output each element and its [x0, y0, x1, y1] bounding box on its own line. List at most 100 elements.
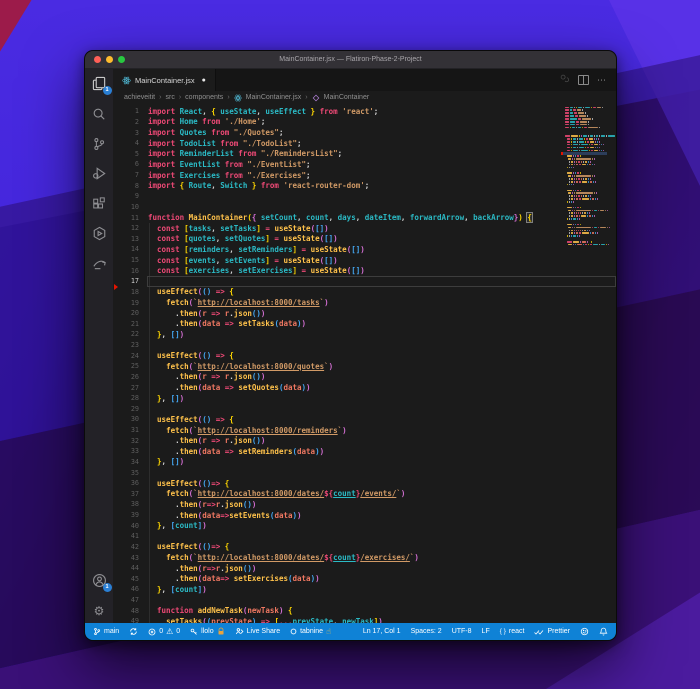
line-number[interactable]: 41 [113, 532, 148, 540]
share-curve-icon[interactable] [91, 255, 108, 272]
line-number[interactable]: 5 [113, 150, 148, 158]
cursor-position[interactable]: Ln 17, Col 1 [363, 628, 401, 635]
code-line[interactable]: 34 }, []) [113, 457, 560, 468]
settings-gear-icon[interactable]: ⚙ [91, 602, 108, 619]
search-icon[interactable] [91, 105, 108, 122]
code-line[interactable]: 31 fetch(`http://localhost:8000/reminder… [113, 425, 560, 436]
run-debug-icon[interactable] [91, 165, 108, 182]
line-number[interactable]: 8 [113, 182, 148, 190]
line-number[interactable]: 18 [113, 288, 148, 296]
line-number[interactable]: 25 [113, 362, 148, 370]
line-number[interactable]: 10 [113, 203, 148, 211]
code-line[interactable]: 21 .then(data => setTasks(data)) [113, 319, 560, 330]
line-number[interactable]: 46 [113, 585, 148, 593]
encoding-indicator[interactable]: UTF-8 [452, 628, 472, 635]
code-line[interactable]: 32 .then(r => r.json()) [113, 435, 560, 446]
feedback-button[interactable] [580, 627, 589, 636]
code-line[interactable]: 45 .then(data=> setExercises(data)) [113, 574, 560, 585]
code-line[interactable]: 25 fetch(`http://localhost:8000/quotes`) [113, 361, 560, 372]
notifications-button[interactable] [599, 627, 608, 636]
line-number[interactable]: 17 [113, 277, 148, 285]
source-control-icon[interactable] [91, 135, 108, 152]
line-number[interactable]: 35 [113, 469, 148, 477]
line-number[interactable]: 4 [113, 139, 148, 147]
line-number[interactable]: 40 [113, 522, 148, 530]
line-number[interactable]: 12 [113, 224, 148, 232]
code-line[interactable]: 24 useEffect(() => { [113, 350, 560, 361]
line-number[interactable]: 33 [113, 447, 148, 455]
line-number[interactable]: 36 [113, 479, 148, 487]
accounts-icon[interactable]: 1 [91, 572, 112, 592]
code-line[interactable]: 43 fetch(`http://localhost:8000/dates/${… [113, 552, 560, 563]
line-number[interactable]: 38 [113, 500, 148, 508]
tabnine-indicator[interactable]: tabnine ☝ [290, 627, 331, 636]
line-number[interactable]: 44 [113, 564, 148, 572]
open-changes-icon[interactable] [560, 71, 570, 89]
line-number[interactable]: 30 [113, 415, 148, 423]
code-line[interactable]: 12 const [tasks, setTasks] = useState([]… [113, 223, 560, 234]
line-number[interactable]: 11 [113, 214, 148, 222]
line-number[interactable]: 42 [113, 543, 148, 551]
more-actions-icon[interactable]: ⋯ [597, 75, 607, 86]
code-line[interactable]: 30 useEffect(() => { [113, 414, 560, 425]
problems-indicator[interactable]: 0 ⚠ 0 [148, 627, 180, 636]
code-line[interactable]: 48 function addNewTask(newTask) { [113, 605, 560, 616]
code-line[interactable]: 29 [113, 404, 560, 415]
code-line[interactable]: 37 fetch(`http://localhost:8000/dates/${… [113, 489, 560, 500]
code-line[interactable]: 11 function MainContainer({ setCount, cou… [113, 212, 560, 224]
line-number[interactable]: 22 [113, 330, 148, 338]
zoom-window-button[interactable] [118, 56, 125, 63]
formatter-indicator[interactable]: Prettier [534, 628, 570, 636]
code-line[interactable]: 28 }, []) [113, 393, 560, 404]
line-number[interactable]: 32 [113, 437, 148, 445]
line-number[interactable]: 26 [113, 373, 148, 381]
code-line[interactable]: 20 .then(r => r.json()) [113, 308, 560, 319]
live-share-button[interactable]: Live Share [235, 627, 280, 636]
titlebar[interactable]: MainContainer.jsx — Flatiron-Phase-2-Pro… [85, 51, 616, 69]
indentation-indicator[interactable]: Spaces: 2 [411, 628, 442, 635]
line-number[interactable]: 13 [113, 235, 148, 243]
breadcrumb-project[interactable]: achieveitit [124, 94, 155, 101]
code-line[interactable]: 18 useEffect(() => { [113, 287, 560, 298]
line-number[interactable]: 16 [113, 267, 148, 275]
user-indicator[interactable]: llolo [190, 627, 224, 636]
line-number[interactable]: 15 [113, 256, 148, 264]
line-number[interactable]: 39 [113, 511, 148, 519]
code-line[interactable]: 40 }, [count]) [113, 520, 560, 531]
code-line[interactable]: 15 const [events, setEvents] = useState(… [113, 255, 560, 266]
code-line[interactable]: 23 [113, 340, 560, 351]
explorer-icon[interactable]: 1 [91, 75, 112, 95]
branch-indicator[interactable]: main [93, 627, 119, 636]
code-line[interactable]: 14 const [reminders, setReminders] = use… [113, 244, 560, 255]
line-number[interactable]: 20 [113, 309, 148, 317]
code-line[interactable]: 36 useEffect(()=> { [113, 478, 560, 489]
line-number[interactable]: 27 [113, 384, 148, 392]
line-number[interactable]: 21 [113, 320, 148, 328]
breadcrumb-src[interactable]: src [165, 94, 174, 101]
close-window-button[interactable] [94, 56, 101, 63]
language-mode[interactable]: { } react [500, 628, 525, 635]
code-line[interactable]: 19 fetch(`http://localhost:8000/tasks`) [113, 297, 560, 308]
line-number[interactable]: 23 [113, 341, 148, 349]
code-line[interactable]: 2 import Home from './Home'; [113, 117, 560, 128]
line-number[interactable]: 48 [113, 607, 148, 615]
line-number[interactable]: 14 [113, 245, 148, 253]
code-line[interactable]: 47 [113, 595, 560, 606]
media-hexagon-icon[interactable] [91, 225, 108, 242]
code-line[interactable]: 39 .then(data=>setEvents(data)) [113, 510, 560, 521]
line-number[interactable]: 49 [113, 617, 148, 623]
code-line[interactable]: 6 import EventList from "./EventList"; [113, 159, 560, 170]
minimize-window-button[interactable] [106, 56, 113, 63]
code-line[interactable]: 46 }, [count]) [113, 584, 560, 595]
line-number[interactable]: 19 [113, 299, 148, 307]
sync-button[interactable] [129, 627, 138, 636]
line-number[interactable]: 3 [113, 129, 148, 137]
line-number[interactable]: 47 [113, 596, 148, 604]
code-line[interactable]: 13 const [quotes, setQuotes] = useState(… [113, 234, 560, 245]
code-line[interactable]: 7 import Exercises from "./Exercises"; [113, 170, 560, 181]
modified-dot[interactable]: ● [202, 77, 206, 84]
line-number[interactable]: 37 [113, 490, 148, 498]
code-line[interactable]: 38 .then(r=>r.json()) [113, 499, 560, 510]
code-line[interactable]: 42 useEffect(()=> { [113, 542, 560, 553]
breadcrumb-symbol[interactable]: MainContainer [324, 94, 370, 101]
